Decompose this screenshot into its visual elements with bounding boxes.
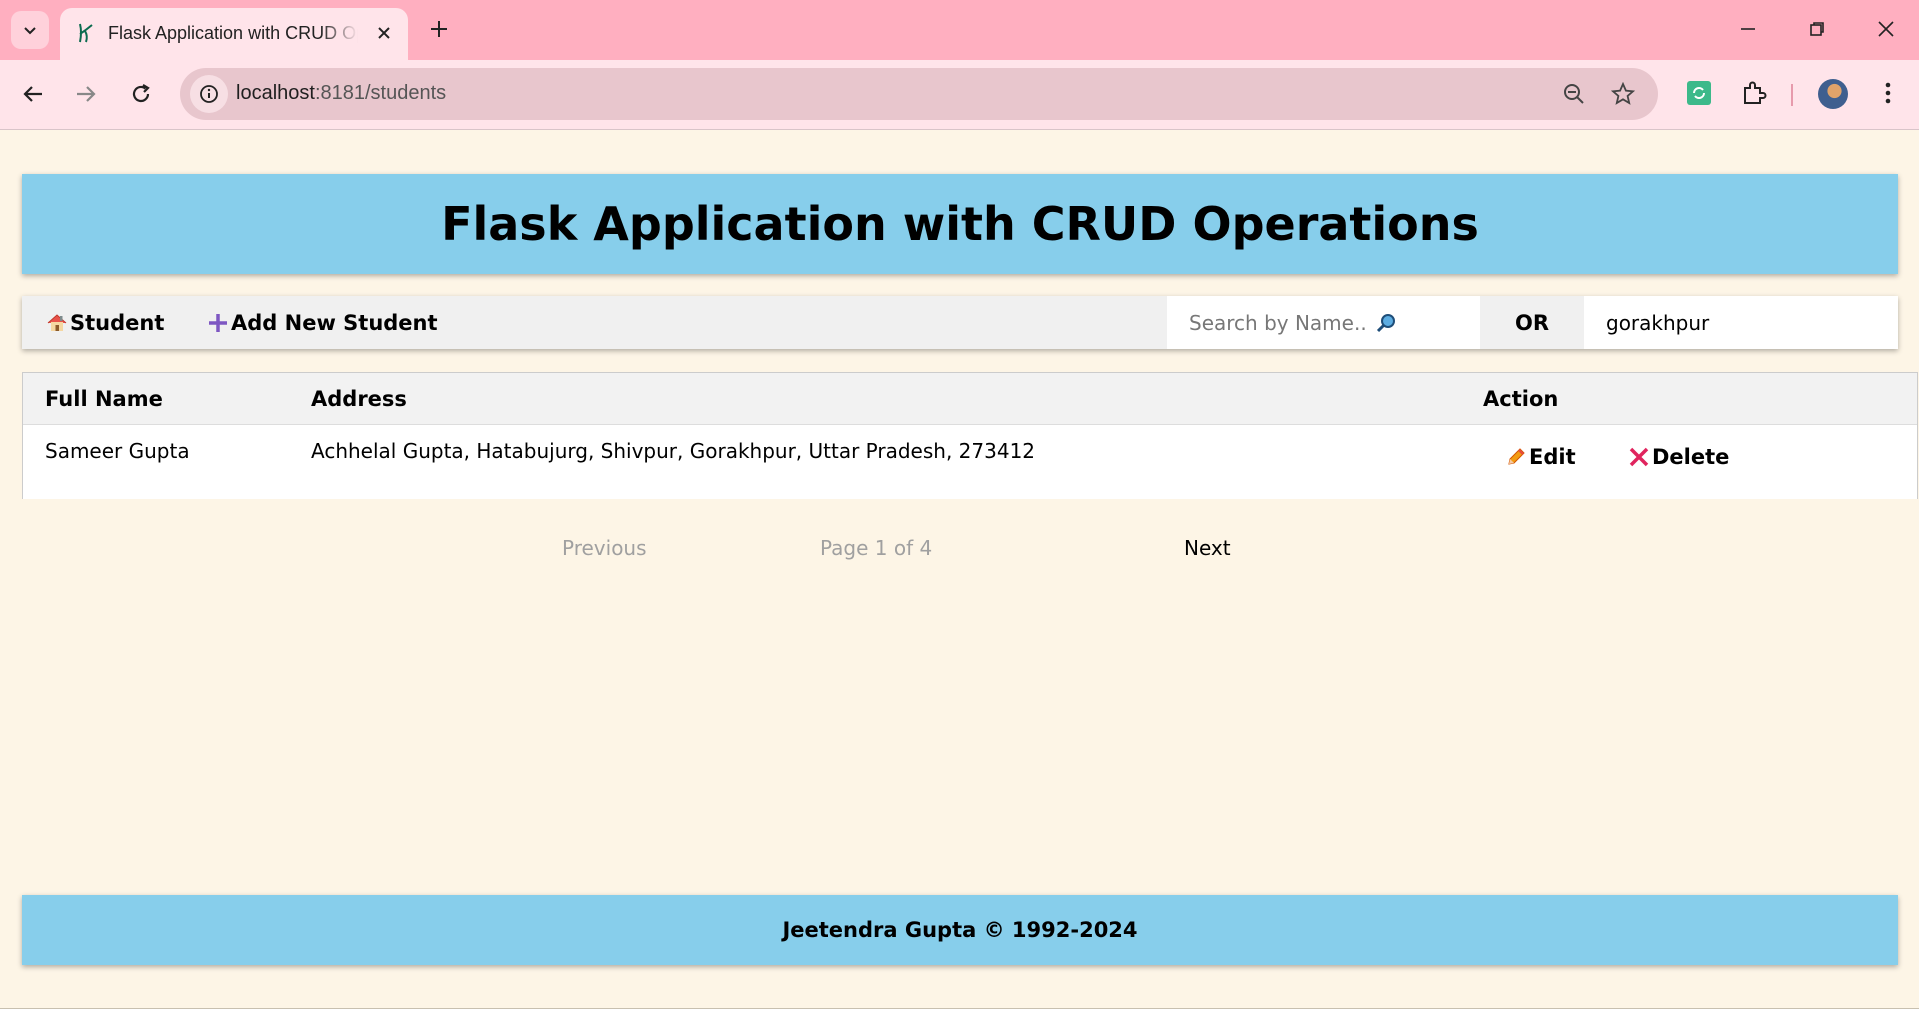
delete-button[interactable]: Delete <box>1628 445 1729 469</box>
close-icon <box>378 27 390 39</box>
magnifier-icon <box>1375 312 1397 334</box>
puzzle-icon <box>1744 81 1767 104</box>
browser-toolbar: localhost:8181/students <box>0 60 1919 130</box>
extension-button[interactable] <box>1681 75 1717 111</box>
delete-label: Delete <box>1652 445 1730 469</box>
home-student-label: Student <box>70 310 165 335</box>
flask-favicon-icon <box>79 23 93 43</box>
url-text: localhost:8181/students <box>236 82 446 105</box>
edit-button[interactable]: Edit <box>1505 445 1576 469</box>
plus-icon <box>431 21 447 37</box>
previous-page-link[interactable]: Previous <box>562 536 647 560</box>
column-header-address: Address <box>311 387 407 411</box>
chevron-down-icon <box>24 27 36 35</box>
info-icon <box>200 85 218 103</box>
arrow-right-icon <box>77 86 96 102</box>
page-header: Flask Application with CRUD Operations <box>22 174 1898 274</box>
column-header-full-name: Full Name <box>45 387 163 411</box>
more-vertical-icon <box>1885 82 1891 104</box>
cell-address: Achhelal Gupta, Hatabujurg, Shivpur, Gor… <box>311 439 1036 463</box>
students-table: Full Name Address Action Sameer Gupta Ac… <box>22 372 1918 499</box>
browser-menu-button[interactable] <box>1870 75 1906 111</box>
zoom-button[interactable] <box>1560 80 1588 108</box>
browser-tab[interactable]: Flask Application with CRUD Operations <box>60 8 408 60</box>
search-by-name-placeholder: Search by Name.. <box>1189 310 1367 335</box>
house-icon <box>46 312 68 334</box>
search-by-name-input[interactable]: Search by Name.. <box>1167 296 1480 349</box>
search-by-address-value: gorakhpur <box>1606 310 1710 335</box>
address-bar[interactable]: localhost:8181/students <box>180 68 1658 120</box>
arrow-left-icon <box>23 86 42 102</box>
plus-icon <box>207 312 229 334</box>
url-path: :8181/students <box>314 82 447 104</box>
cell-full-name: Sameer Gupta <box>45 439 190 463</box>
url-host: localhost <box>236 82 315 104</box>
star-icon <box>1611 82 1635 105</box>
next-page-link[interactable]: Next <box>1184 536 1231 560</box>
page-content: Flask Application with CRUD Operations S… <box>0 130 1919 1009</box>
close-window-button[interactable] <box>1864 12 1908 46</box>
edit-label: Edit <box>1529 445 1576 469</box>
site-info-button[interactable] <box>190 75 228 113</box>
forward-button[interactable] <box>68 76 104 112</box>
minimize-window-button[interactable] <box>1726 12 1770 46</box>
cross-mark-icon <box>1628 446 1650 468</box>
reload-button[interactable] <box>123 76 159 112</box>
table-header: Full Name Address Action <box>23 373 1917 425</box>
profile-avatar[interactable] <box>1818 79 1848 109</box>
tab-close-button[interactable] <box>372 21 396 45</box>
search-by-address-input[interactable]: gorakhpur <box>1584 296 1898 349</box>
bookmark-button[interactable] <box>1609 80 1637 108</box>
reload-icon <box>132 84 150 103</box>
navbar: Student Add New Student Search by Name..… <box>22 296 1898 349</box>
extension-sync-icon <box>1687 81 1711 105</box>
table-row: Sameer Gupta Achhelal Gupta, Hatabujurg,… <box>23 425 1917 499</box>
minimize-icon <box>1741 28 1755 30</box>
page-footer: Jeetendra Gupta © 1992-2024 <box>22 895 1898 965</box>
or-label: OR <box>1514 310 1550 335</box>
restore-icon <box>1810 22 1824 36</box>
page-title: Flask Application with CRUD Operations <box>441 197 1479 251</box>
browser-tab-bar: Flask Application with CRUD Operations <box>0 0 1919 60</box>
back-button[interactable] <box>15 76 51 112</box>
zoom-out-icon <box>1564 84 1584 104</box>
pencil-icon <box>1505 446 1527 468</box>
add-new-student-link[interactable]: Add New Student <box>207 296 438 349</box>
toolbar-divider <box>1791 84 1793 106</box>
restore-window-button[interactable] <box>1795 12 1839 46</box>
extensions-menu-button[interactable] <box>1736 75 1772 111</box>
page-info: Page 1 of 4 <box>820 536 933 560</box>
tab-search-button[interactable] <box>11 11 49 49</box>
home-student-link[interactable]: Student <box>46 296 164 349</box>
tab-title: Flask Application with CRUD Operations <box>108 23 358 43</box>
new-tab-button[interactable] <box>424 14 454 44</box>
close-icon <box>1878 21 1894 37</box>
footer-text: Jeetendra Gupta © 1992-2024 <box>782 918 1138 942</box>
column-header-action: Action <box>1483 387 1559 411</box>
add-new-student-label: Add New Student <box>231 310 438 335</box>
